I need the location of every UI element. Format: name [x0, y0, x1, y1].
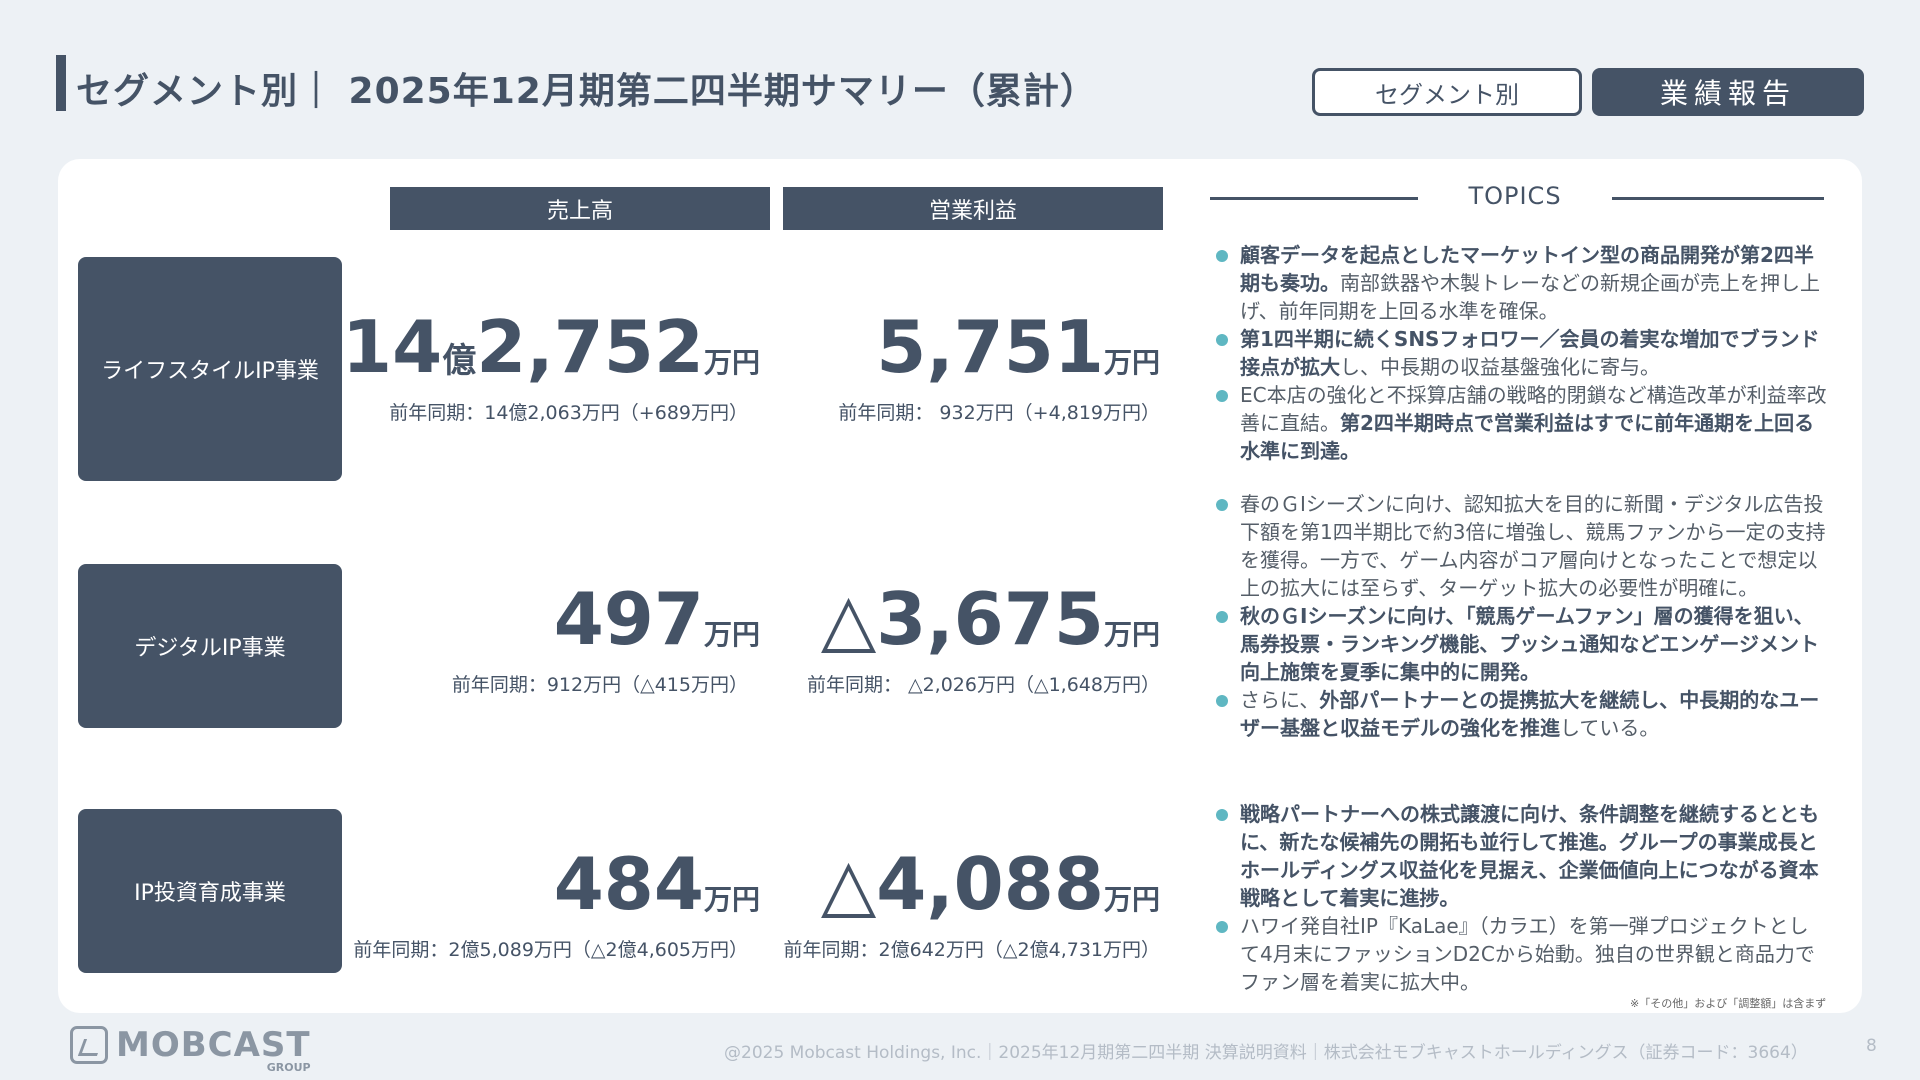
op-value-digital: △3,675万円: [820, 577, 1160, 661]
column-header-operating-profit: 営業利益: [783, 187, 1163, 230]
sales-prev-digital: 前年同期：912万円（△415万円）: [451, 674, 748, 696]
page-number: 8: [1866, 1036, 1877, 1056]
segment-label-digital: デジタルIP事業: [78, 564, 342, 728]
topics-digital: 春のＧⅠシーズンに向け、認知拡大を目的に新聞・デジタル広告投下額を第1四半期比で…: [1212, 490, 1828, 742]
op-value-lifestyle: 5,751万円: [876, 305, 1160, 389]
op-value-ip-investment: △4,088万円: [820, 842, 1160, 926]
op-prev-ip-investment: 前年同期：2億642万円（△2億4,731万円）: [783, 939, 1160, 961]
topics-divider-left: [1210, 197, 1418, 200]
sales-prev-lifestyle: 前年同期：14億2,063万円（+689万円）: [389, 402, 748, 424]
segment-button[interactable]: セグメント別: [1312, 68, 1582, 116]
logo-text: MOBCAST GROUP: [116, 1025, 311, 1074]
sales-prev-ip-investment: 前年同期：2億5,089万円（△2億4,605万円）: [353, 939, 748, 961]
sales-value-ip-investment: 484万円: [553, 842, 760, 926]
op-prev-lifestyle: 前年同期： 932万円（+4,819万円）: [838, 402, 1160, 424]
sales-value-digital: 497万円: [553, 577, 760, 661]
topic-item: 秋のＧⅠシーズンに向け、「競馬ゲームファン」層の獲得を狙い、馬券投票・ランキング…: [1212, 602, 1828, 686]
sales-value-lifestyle: 14億2,752万円: [342, 305, 760, 389]
topic-item: さらに、外部パートナーとの提携拡大を継続し、中長期的なユーザー基盤と収益モデルの…: [1212, 686, 1828, 742]
company-logo: MOBCAST GROUP: [70, 1025, 311, 1074]
op-prev-digital: 前年同期： △2,026万円（△1,648万円）: [806, 674, 1160, 696]
topic-item: EC本店の強化と不採算店舗の戦略的閉鎖など構造改革が利益率改善に直結。第2四半期…: [1212, 381, 1828, 465]
topics-divider-right: [1612, 197, 1824, 200]
title-accent-bar: [56, 55, 66, 111]
footnote: ※「その他」および「調整額」は含まず: [1630, 997, 1827, 1010]
column-header-sales: 売上高: [390, 187, 770, 230]
topics-ip-investment: 戦略パートナーへの株式譲渡に向け、条件調整を継続するとともに、新たな候補先の開拓…: [1212, 800, 1828, 996]
bullet-icon: [1216, 334, 1228, 346]
bullet-icon: [1216, 695, 1228, 707]
footer-copyright: @2025 Mobcast Holdings, Inc.｜2025年12月期第二…: [724, 1043, 1808, 1063]
bullet-icon: [1216, 809, 1228, 821]
report-button[interactable]: 業績報告: [1592, 68, 1864, 116]
page-title: セグメント別｜ 2025年12月期第二四半期サマリー（累計）: [76, 71, 1097, 112]
topic-item: 春のＧⅠシーズンに向け、認知拡大を目的に新聞・デジタル広告投下額を第1四半期比で…: [1212, 490, 1828, 602]
bullet-icon: [1216, 250, 1228, 262]
topics-lifestyle: 顧客データを起点としたマーケットイン型の商品開発が第2四半期も奏功。南部鉄器や木…: [1212, 241, 1828, 465]
topic-item: 顧客データを起点としたマーケットイン型の商品開発が第2四半期も奏功。南部鉄器や木…: [1212, 241, 1828, 325]
topic-item: 第1四半期に続くSNSフォロワー／会員の着実な増加でブランド接点が拡大し、中長期…: [1212, 325, 1828, 381]
topic-item: 戦略パートナーへの株式譲渡に向け、条件調整を継続するとともに、新たな候補先の開拓…: [1212, 800, 1828, 912]
logo-mark-icon: [70, 1026, 108, 1064]
bullet-icon: [1216, 921, 1228, 933]
segment-label-ip-investment: IP投資育成事業: [78, 809, 342, 973]
bullet-icon: [1216, 611, 1228, 623]
segment-label-lifestyle: ライフスタイルIP事業: [78, 257, 342, 481]
topic-item: ハワイ発自社IP『KaLae』（カラエ）を第一弾プロジェクトとして4月末にファッ…: [1212, 912, 1828, 996]
bullet-icon: [1216, 390, 1228, 402]
bullet-icon: [1216, 499, 1228, 511]
topics-heading: TOPICS: [1468, 182, 1562, 210]
